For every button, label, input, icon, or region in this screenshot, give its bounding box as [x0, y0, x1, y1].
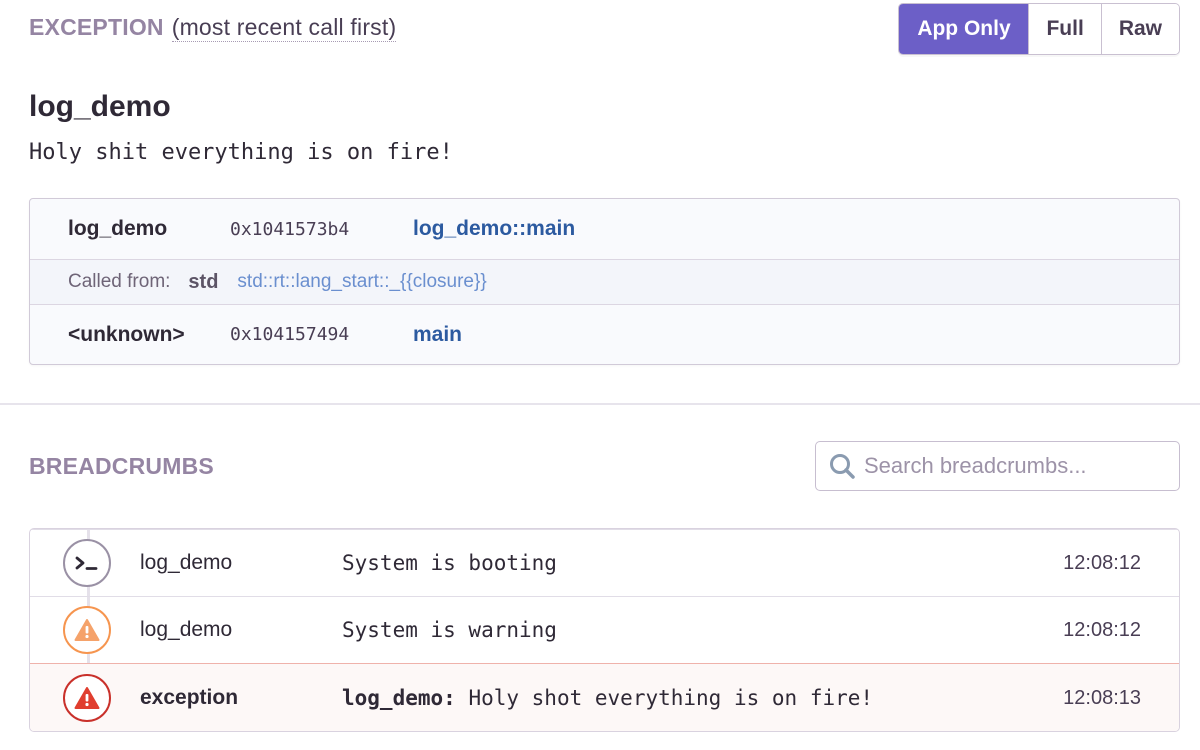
- breadcrumb-message: log_demo: Holy shot everything is on fir…: [342, 686, 873, 710]
- full-button[interactable]: Full: [1028, 4, 1101, 54]
- exception-type: log_demo: [29, 90, 171, 123]
- called-from-row[interactable]: Called from: std std::rt::lang_start::_{…: [30, 259, 1179, 305]
- breadcrumb-message-text: Holy shot everything is on fire!: [468, 686, 874, 710]
- breadcrumb-time: 12:08:13: [1063, 686, 1141, 709]
- breadcrumb-message: System is booting: [342, 551, 557, 575]
- breadcrumbs-section-title: BREADCRUMBS: [29, 453, 214, 479]
- breadcrumb-message: System is warning: [342, 618, 557, 642]
- breadcrumb-item[interactable]: log_demo System is booting 12:08:12: [30, 529, 1179, 596]
- exception-subtitle[interactable]: (most recent call first): [171, 14, 397, 42]
- frame-function[interactable]: log_demo::main: [413, 217, 575, 241]
- stacktrace-view-toggle: App Only Full Raw: [898, 3, 1180, 55]
- frame-row[interactable]: log_demo 0x1041573b4 log_demo::main: [30, 199, 1179, 259]
- breadcrumb-item[interactable]: log_demo System is warning 12:08:12: [30, 596, 1179, 663]
- warning-icon: [63, 606, 111, 654]
- frame-address: 0x104157494: [230, 324, 350, 345]
- breadcrumb-search[interactable]: [815, 441, 1180, 491]
- breadcrumb-time: 12:08:12: [1063, 618, 1141, 641]
- search-icon: [830, 454, 855, 479]
- frame-address: 0x1041573b4: [230, 218, 350, 240]
- terminal-icon: [63, 539, 111, 587]
- called-from-label: Called from:: [68, 271, 171, 292]
- frame-function[interactable]: main: [413, 323, 462, 347]
- exception-heading: EXCEPTION: [29, 14, 164, 40]
- frame-package: <unknown>: [68, 322, 185, 346]
- exception-value: Holy shit everything is on fire!: [29, 140, 453, 165]
- breadcrumb-message-prefix: log_demo:: [342, 686, 456, 710]
- breadcrumb-list: log_demo System is booting 12:08:12 log_…: [29, 528, 1180, 732]
- breadcrumb-time: 12:08:12: [1063, 551, 1141, 574]
- breadcrumb-search-input[interactable]: [864, 453, 1164, 479]
- app-only-button[interactable]: App Only: [899, 4, 1029, 54]
- error-icon: [63, 674, 111, 722]
- called-from-package: std: [188, 270, 219, 293]
- breadcrumb-category: exception: [140, 686, 239, 709]
- called-from-function[interactable]: std::rt::lang_start::_{{closure}}: [237, 271, 486, 293]
- section-divider: [0, 403, 1200, 405]
- breadcrumb-category: log_demo: [140, 618, 233, 641]
- exception-section-title: EXCEPTION (most recent call first): [29, 14, 397, 42]
- frame-row[interactable]: <unknown> 0x104157494 main: [30, 305, 1179, 364]
- frame-package: log_demo: [68, 217, 168, 240]
- stacktrace-frames: log_demo 0x1041573b4 log_demo::main Call…: [29, 198, 1180, 365]
- raw-button[interactable]: Raw: [1100, 4, 1179, 54]
- breadcrumb-item-error[interactable]: exception log_demo: Holy shot everything…: [30, 663, 1179, 731]
- breadcrumb-category: log_demo: [140, 551, 233, 574]
